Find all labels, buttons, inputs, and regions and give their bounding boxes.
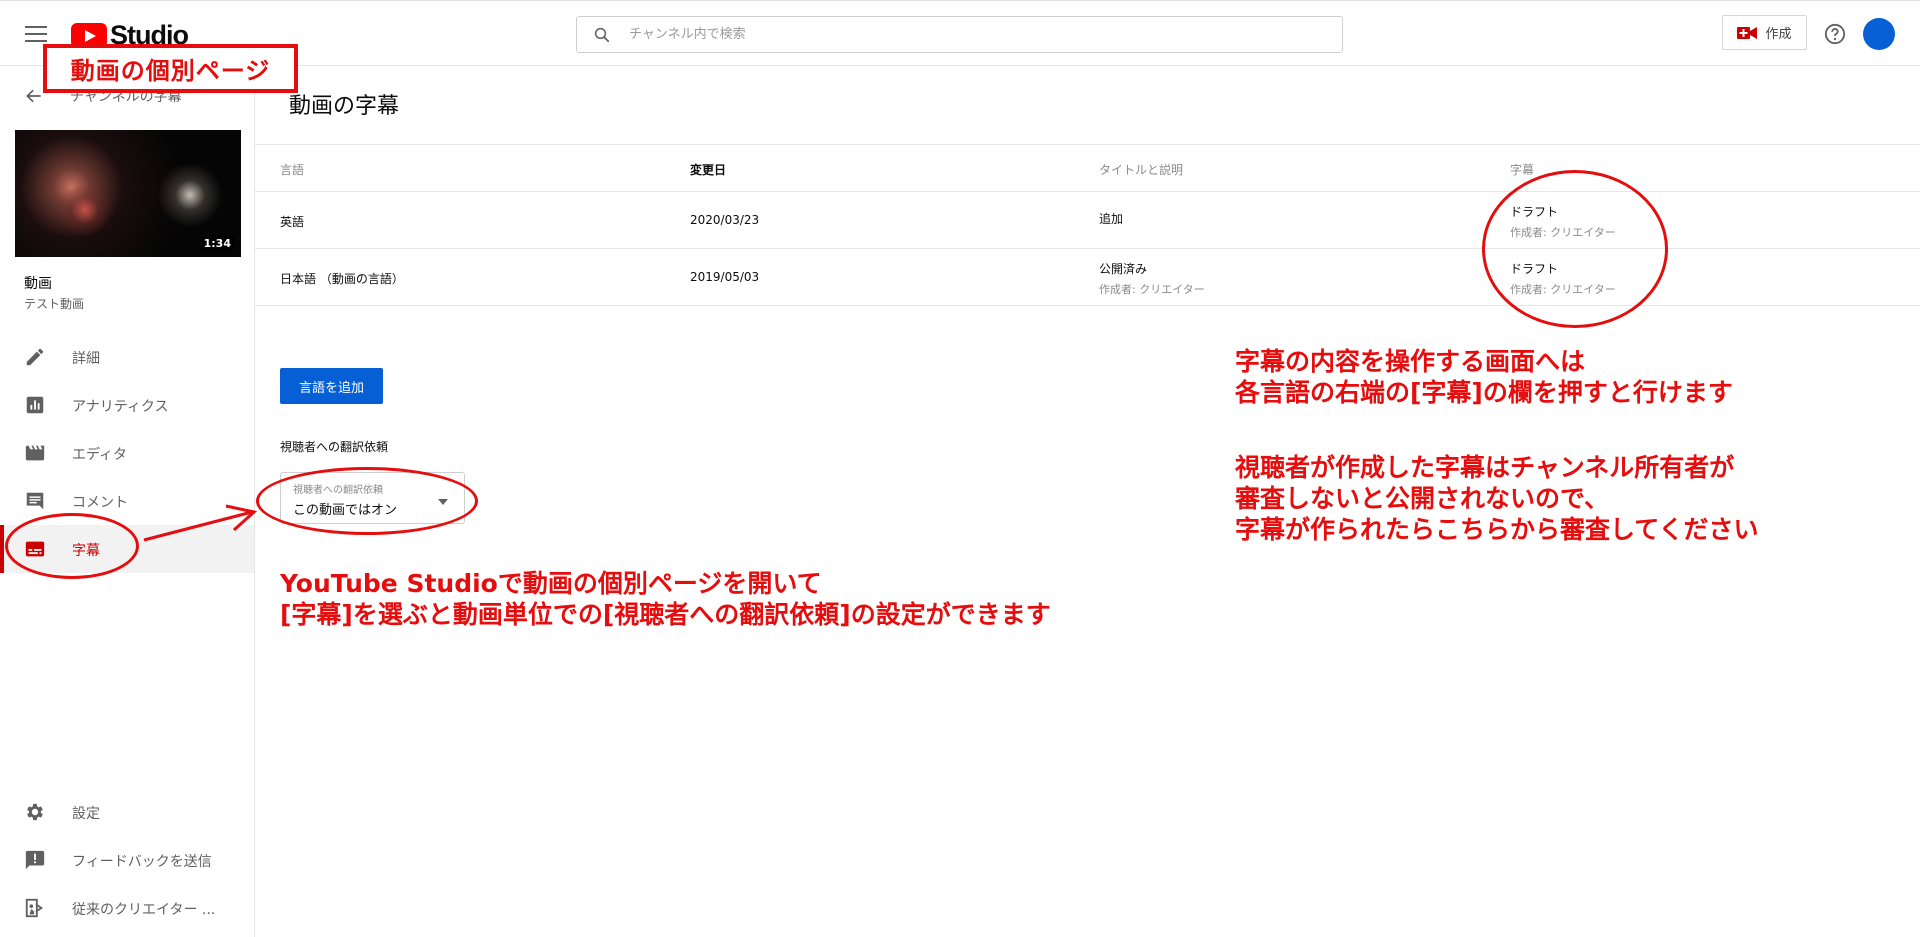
row-title-description-cell[interactable]: 公開済み 作成者: クリエイター [1099, 260, 1205, 297]
pencil-icon [26, 348, 44, 366]
annotation-line: YouTube Studioで動画の個別ページを開いて [280, 569, 822, 598]
arrow-left-icon [26, 89, 41, 103]
video-title: 動画 [24, 276, 52, 292]
sidebar-item-label: アナリティクス [72, 399, 169, 415]
annotation-box-title: 動画の個別ページ [43, 44, 298, 93]
video-duration: 1:34 [199, 236, 235, 251]
gear-icon [27, 803, 43, 821]
search-icon [594, 27, 610, 42]
sidebar-item-editor[interactable]: エディタ [0, 429, 254, 477]
row-date: 2019/05/03 [690, 270, 760, 284]
feedback-icon [25, 850, 45, 870]
column-header-title-description: タイトルと説明 [1099, 163, 1184, 177]
video-thumbnail[interactable]: 1:34 [15, 130, 241, 257]
table-header: 言語 変更日 タイトルと説明 字幕 [255, 144, 1920, 192]
add-language-button[interactable]: 言語を追加 [280, 368, 383, 404]
row-language: 日本語 （動画の言語） [280, 272, 404, 286]
sidebar-item-label: フィードバックを送信 [72, 854, 212, 870]
account-avatar[interactable] [1863, 18, 1895, 50]
sidebar-item-settings[interactable]: 設定 [0, 788, 254, 836]
sidebar-item-details[interactable]: 詳細 [0, 333, 254, 381]
subtitles-table: 言語 変更日 タイトルと説明 字幕 英語 2020/03/23 追加 ドラフト … [255, 144, 1920, 306]
column-header-language: 言語 [280, 163, 305, 177]
sidebar-item-label: 設定 [72, 806, 100, 822]
annotation-line: 視聴者が作成した字幕はチャンネル所有者が [1235, 453, 1735, 482]
annotation-line: 字幕の内容を操作する画面へは [1235, 347, 1586, 376]
classic-studio-icon [25, 898, 44, 918]
table-row[interactable]: 英語 2020/03/23 追加 ドラフト 作成者: クリエイター [255, 192, 1920, 249]
search-bar[interactable] [576, 16, 1343, 53]
video-camera-icon [1737, 26, 1758, 39]
sidebar-item-analytics[interactable]: アナリティクス [0, 381, 254, 429]
column-header-modified-date[interactable]: 変更日 [690, 161, 726, 178]
table-row[interactable]: 日本語 （動画の言語） 2019/05/03 公開済み 作成者: クリエイター … [255, 249, 1920, 306]
annotation-ellipse-viewer-select [256, 467, 478, 535]
column-header-subtitles: 字幕 [1510, 163, 1535, 177]
create-button[interactable]: 作成 [1722, 15, 1807, 50]
analytics-icon [26, 396, 44, 414]
video-subtitle: テスト動画 [24, 297, 85, 311]
annotation-line: 審査しないと公開されないので、 [1235, 484, 1610, 513]
help-icon[interactable] [1824, 23, 1846, 45]
sidebar-bottom-nav: 設定 フィードバックを送信 従来のクリエイター ... [0, 788, 254, 932]
annotation-line: 字幕が作られたらこちらから審査してください [1235, 515, 1759, 544]
annotation-note-right-1: 字幕の内容を操作する画面へは 各言語の右端の[字幕]の欄を押すと行けます [1235, 346, 1733, 408]
firework-image-2 [55, 185, 115, 235]
annotation-note-right-2: 視聴者が作成した字幕はチャンネル所有者が 審査しないと公開されないので、 字幕が… [1235, 452, 1759, 545]
page-title: 動画の字幕 [289, 94, 400, 119]
annotation-ellipse-subtitles-nav [5, 513, 139, 579]
row-title-description-status: 公開済み [1099, 262, 1148, 276]
sidebar-item-label: エディタ [72, 447, 128, 463]
sidebar-item-classic-studio[interactable]: 従来のクリエイター ... [0, 884, 254, 932]
row-date: 2020/03/23 [690, 213, 760, 227]
row-title-description-author: 作成者: クリエイター [1099, 283, 1205, 296]
sidebar-item-feedback[interactable]: フィードバックを送信 [0, 836, 254, 884]
create-button-label: 作成 [1765, 27, 1792, 42]
sidebar-item-label: コメント [72, 495, 128, 511]
viewer-translation-label: 視聴者への翻訳依頼 [280, 440, 389, 454]
annotation-line: 各言語の右端の[字幕]の欄を押すと行けます [1235, 378, 1733, 407]
add-title-description-link[interactable]: 追加 [1099, 210, 1123, 227]
row-language: 英語 [280, 215, 305, 229]
hamburger-menu-icon[interactable] [25, 26, 47, 42]
sidebar-item-label: 従来のクリエイター ... [72, 902, 216, 918]
annotation-ellipse-subtitle-column [1482, 170, 1668, 328]
search-input[interactable] [627, 26, 1311, 43]
clapperboard-icon [25, 445, 45, 461]
firework-image [155, 160, 225, 230]
annotation-line: [字幕]を選ぶと動画単位での[視聴者への翻訳依頼]の設定ができます [280, 600, 1051, 629]
annotation-arrow-icon [143, 504, 258, 542]
annotation-note-bottom: YouTube Studioで動画の個別ページを開いて [字幕]を選ぶと動画単位… [280, 568, 1051, 630]
sidebar-item-label: 詳細 [72, 351, 100, 367]
comment-icon [26, 492, 44, 510]
